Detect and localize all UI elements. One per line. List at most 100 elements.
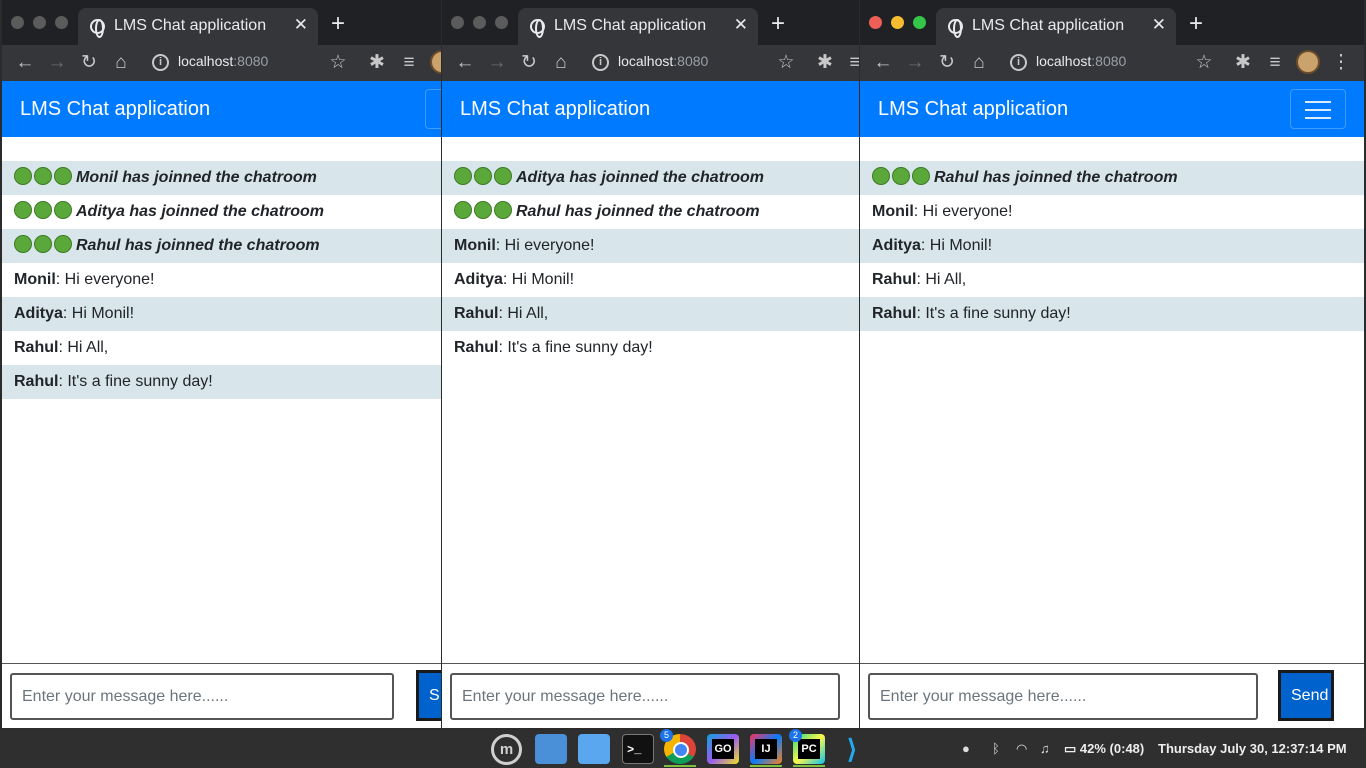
browser-window-2: LMS Chat application ✕ + ← → ↻ ⌂ i local… [442, 0, 859, 728]
address-bar[interactable]: localhost:8080 [618, 53, 708, 69]
extensions-icon[interactable]: ✱ [364, 50, 390, 76]
message-username: Aditya [454, 271, 503, 288]
address-bar[interactable]: localhost:8080 [178, 53, 268, 69]
site-info-icon[interactable]: i [152, 54, 169, 71]
clock[interactable]: Thursday July 30, 12:37:14 PM [1158, 730, 1347, 768]
green-circle-icon [34, 235, 52, 253]
bluetooth-icon[interactable]: ᛒ [992, 730, 1000, 768]
media-control-icon[interactable]: ≡ [396, 50, 422, 76]
reload-icon[interactable]: ↻ [934, 50, 960, 76]
send-button[interactable]: S [416, 670, 441, 721]
message-input[interactable] [450, 673, 840, 720]
green-circle-icon [474, 167, 492, 185]
back-icon[interactable]: ← [870, 50, 896, 76]
send-button[interactable]: Send [1278, 670, 1334, 721]
kebab-menu-icon[interactable]: ⋮ [1328, 50, 1354, 76]
chat-message: Aditya: Hi Monil! [442, 263, 859, 297]
browser-tab[interactable]: LMS Chat application ✕ [936, 8, 1176, 45]
mint-menu-icon[interactable]: m [491, 734, 522, 765]
extensions-icon[interactable]: ✱ [812, 50, 838, 76]
forward-icon[interactable]: → [484, 50, 510, 76]
pycharm-icon[interactable]: PC 2 [789, 729, 825, 764]
profile-avatar[interactable] [430, 50, 441, 74]
site-info-icon[interactable]: i [592, 54, 609, 71]
bookmark-star-icon[interactable]: ☆ [325, 50, 351, 76]
close-window-button[interactable] [451, 16, 464, 29]
message-list: Aditya has joinned the chatroom Rahul has… [442, 161, 859, 365]
bookmark-star-icon[interactable]: ☆ [773, 50, 799, 76]
chrome-icon[interactable]: 5 [660, 729, 696, 764]
tab-bar: LMS Chat application ✕ + [442, 0, 859, 45]
forward-icon[interactable]: → [44, 50, 70, 76]
navbar-brand[interactable]: LMS Chat application [20, 98, 210, 121]
back-icon[interactable]: ← [12, 50, 38, 76]
vscode-icon[interactable]: ⟩ [836, 734, 868, 764]
pycharm-label: PC [798, 739, 820, 759]
hamburger-icon [1305, 101, 1331, 103]
media-control-icon[interactable]: ≡ [842, 50, 859, 76]
browser-toolbar: ← → ↻ ⌂ i localhost:8080 ☆ ✱ ≡ ⋮ [860, 45, 1364, 81]
maximize-window-button[interactable] [55, 16, 68, 29]
profile-avatar[interactable] [1296, 50, 1320, 74]
home-icon[interactable]: ⌂ [548, 50, 574, 76]
join-text: Rahul has joinned the chatroom [934, 169, 1178, 186]
notification-icon[interactable]: ● [962, 730, 970, 768]
home-icon[interactable]: ⌂ [966, 50, 992, 76]
new-tab-button[interactable]: + [771, 12, 785, 36]
browser-tab[interactable]: LMS Chat application ✕ [518, 8, 758, 45]
close-tab-icon[interactable]: ✕ [734, 15, 748, 35]
extensions-icon[interactable]: ✱ [1230, 50, 1256, 76]
battery-indicator[interactable]: ▭ 42% (0:48) [1064, 730, 1144, 768]
new-tab-button[interactable]: + [1189, 12, 1203, 36]
desktop: LMS Chat application ✕ + ← → ↻ ⌂ i local… [0, 0, 1366, 768]
browser-tab[interactable]: LMS Chat application ✕ [78, 8, 318, 45]
site-info-icon[interactable]: i [1010, 54, 1027, 71]
message-text: : Hi Monil! [62, 305, 135, 322]
minimize-window-button[interactable] [891, 16, 904, 29]
green-circle-icon [494, 167, 512, 185]
close-window-button[interactable] [11, 16, 24, 29]
join-text: Monil has joinned the chatroom [76, 169, 317, 186]
wifi-icon[interactable]: ◠ [1016, 730, 1027, 768]
reload-icon[interactable]: ↻ [76, 50, 102, 76]
forward-icon[interactable]: → [902, 50, 928, 76]
close-tab-icon[interactable]: ✕ [294, 15, 308, 35]
maximize-window-button[interactable] [913, 16, 926, 29]
chat-message: Rahul: It's a fine sunny day! [860, 297, 1364, 331]
message-username: Monil [14, 271, 56, 288]
new-tab-button[interactable]: + [331, 12, 345, 36]
navbar-toggler[interactable] [425, 89, 441, 129]
reload-icon[interactable]: ↻ [516, 50, 542, 76]
maximize-window-button[interactable] [495, 16, 508, 29]
address-bar[interactable]: localhost:8080 [1036, 53, 1126, 69]
join-notification: Aditya has joinned the chatroom [2, 195, 441, 229]
message-text: : Hi Monil! [920, 237, 993, 254]
sound-icon[interactable]: ♫ [1040, 730, 1050, 768]
message-input[interactable] [10, 673, 394, 720]
message-input[interactable] [868, 673, 1258, 720]
chrome-badge: 5 [660, 729, 673, 742]
navbar-brand[interactable]: LMS Chat application [878, 98, 1068, 121]
navbar-brand[interactable]: LMS Chat application [460, 98, 650, 121]
close-window-button[interactable] [869, 16, 882, 29]
green-circle-icon [454, 201, 472, 219]
minimize-window-button[interactable] [473, 16, 486, 29]
globe-icon [90, 19, 105, 38]
browser-toolbar: ← → ↻ ⌂ i localhost:8080 ☆ ✱ ≡ [2, 45, 441, 81]
home-icon[interactable]: ⌂ [108, 50, 134, 76]
green-circle-icon [54, 235, 72, 253]
intellij-icon[interactable]: IJ [750, 734, 782, 764]
back-icon[interactable]: ← [452, 50, 478, 76]
folder-icon[interactable] [578, 734, 610, 764]
message-text: : Hi All, [498, 305, 549, 322]
terminal-icon[interactable]: >_ [622, 734, 654, 764]
close-tab-icon[interactable]: ✕ [1152, 15, 1166, 35]
taskbar: m >_ 5 GO IJ PC 2 ⟩ ● ᛒ ◠ ♫ ▭ 42% (0:48) … [0, 729, 1366, 768]
media-control-icon[interactable]: ≡ [1262, 50, 1288, 76]
files-icon[interactable] [535, 734, 567, 764]
navbar-toggler[interactable] [1290, 89, 1346, 129]
minimize-window-button[interactable] [33, 16, 46, 29]
bookmark-star-icon[interactable]: ☆ [1191, 50, 1217, 76]
goland-icon[interactable]: GO [707, 734, 739, 764]
green-circle-icon [892, 167, 910, 185]
